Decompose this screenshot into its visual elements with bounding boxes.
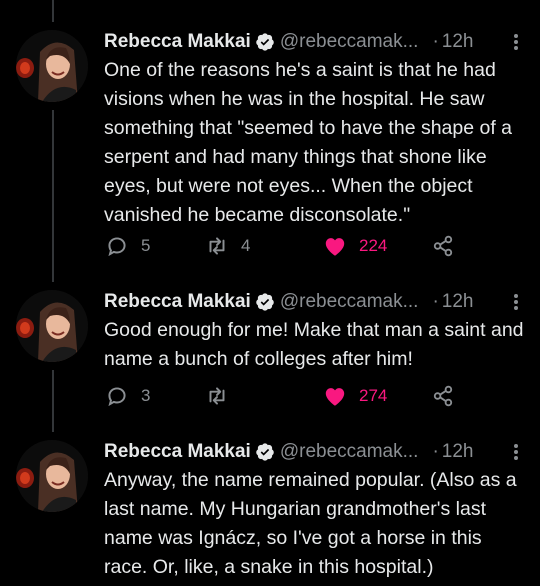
avatar[interactable]: [16, 290, 88, 362]
retweet-button[interactable]: [204, 382, 241, 410]
separator: ·: [432, 441, 439, 462]
author-handle[interactable]: @rebeccamak...: [280, 31, 419, 53]
retweet-icon: [209, 237, 225, 255]
reply-count: 3: [141, 386, 151, 405]
reply-count: 5: [141, 236, 151, 255]
like-button[interactable]: 224: [322, 232, 387, 260]
share-button[interactable]: [430, 382, 456, 410]
share-button[interactable]: [430, 232, 456, 260]
avatar-image: [16, 30, 88, 102]
tweet-actions: 3 274: [104, 382, 464, 410]
tweet-header: Rebecca Makkai @rebeccamak... · 12h: [104, 290, 524, 314]
tweet[interactable]: Rebecca Makkai @rebeccamak... · 12h Anyw…: [0, 430, 540, 586]
tweet-header: Rebecca Makkai @rebeccamak... · 12h: [104, 30, 524, 54]
timestamp[interactable]: 12h: [442, 291, 474, 313]
like-count: 274: [359, 386, 388, 405]
avatar[interactable]: [16, 440, 88, 512]
author-name[interactable]: Rebecca Makkai: [104, 31, 251, 53]
like-count: 224: [359, 236, 388, 255]
author-name[interactable]: Rebecca Makkai: [104, 441, 251, 463]
reply-button[interactable]: 3: [104, 382, 150, 410]
retweet-button[interactable]: 4: [204, 232, 250, 260]
author-handle[interactable]: @rebeccamak...: [280, 291, 419, 313]
reply-button[interactable]: 5: [104, 232, 150, 260]
more-icon[interactable]: [508, 292, 524, 312]
author-name[interactable]: Rebecca Makkai: [104, 291, 251, 313]
share-icon: [433, 235, 453, 257]
verified-badge-icon: [256, 33, 274, 51]
avatar[interactable]: [16, 30, 88, 102]
separator: ·: [432, 31, 439, 52]
tweet-actions: 5 4 224: [104, 232, 464, 260]
more-icon[interactable]: [508, 32, 524, 52]
retweet-count: 4: [241, 236, 251, 255]
verified-badge-icon: [256, 443, 274, 461]
heart-icon: [325, 238, 345, 256]
reply-icon: [108, 387, 126, 407]
like-button[interactable]: 274: [322, 382, 387, 410]
timestamp[interactable]: 12h: [442, 441, 474, 463]
tweet[interactable]: Rebecca Makkai @rebeccamak... · 12h Good…: [0, 280, 540, 430]
retweet-icon: [209, 387, 225, 405]
timestamp[interactable]: 12h: [442, 31, 474, 53]
tweet-text: Good enough for me! Make that man a sain…: [104, 319, 524, 370]
reply-icon: [108, 237, 126, 257]
author-handle[interactable]: @rebeccamak...: [280, 441, 419, 463]
avatar-image: [16, 440, 88, 512]
tweet-text: One of the reasons he's a saint is that …: [104, 59, 513, 226]
share-icon: [433, 385, 453, 407]
heart-icon: [325, 388, 345, 406]
avatar-image: [16, 290, 88, 362]
tweet-text: Anyway, the name remained popular. (Also…: [104, 469, 517, 578]
separator: ·: [432, 291, 439, 312]
tweet[interactable]: Rebecca Makkai @rebeccamak... · 12h One …: [0, 0, 540, 280]
tweet-header: Rebecca Makkai @rebeccamak... · 12h: [104, 440, 524, 464]
verified-badge-icon: [256, 293, 274, 311]
more-icon[interactable]: [508, 442, 524, 462]
